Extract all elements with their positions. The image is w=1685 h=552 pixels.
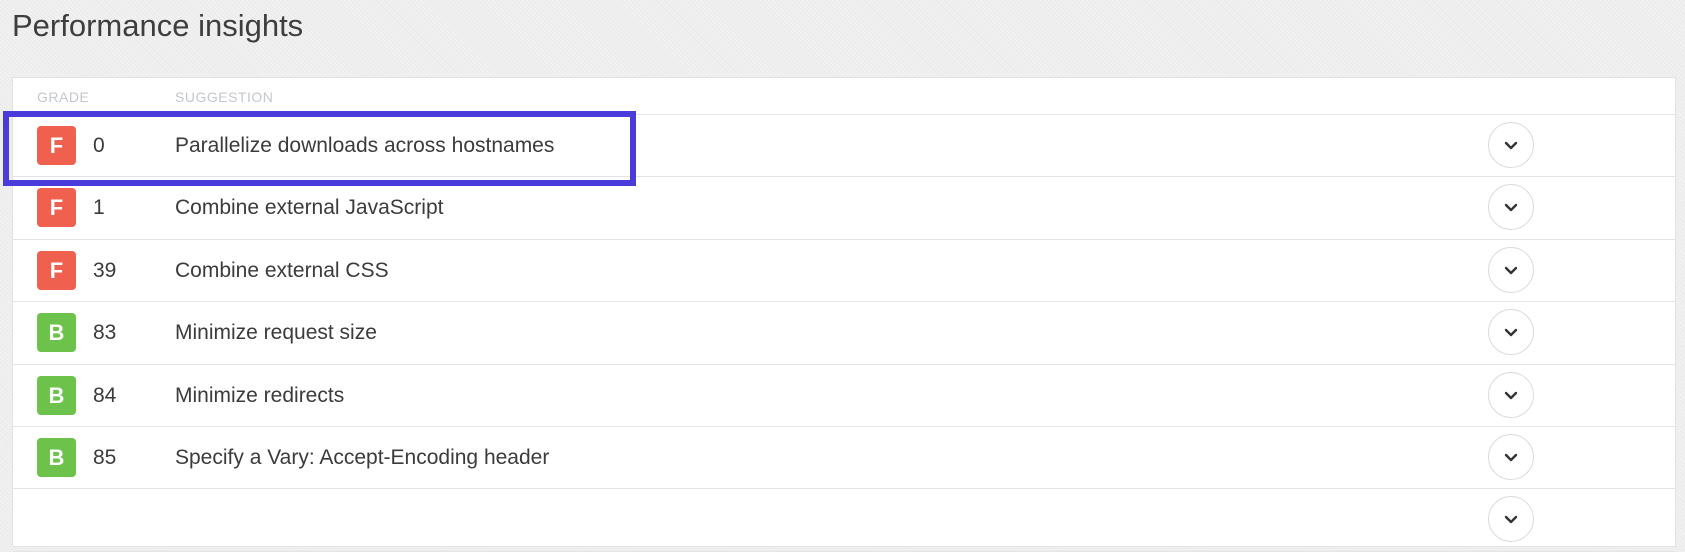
expand-button[interactable] (1488, 371, 1534, 418)
suggestion-text: Combine external JavaScript (175, 196, 444, 220)
chevron-down-icon (1504, 266, 1518, 274)
score-value: 1 (93, 196, 105, 220)
table-row[interactable]: F 0 Parallelize downloads across hostnam… (13, 115, 1675, 178)
expand-button[interactable] (1488, 246, 1534, 293)
expand-button[interactable] (1488, 184, 1534, 231)
score-value: 85 (93, 445, 117, 469)
suggestion-text: Specify a Vary: Accept-Encoding header (175, 445, 550, 469)
page-title: Performance insights (12, 8, 304, 43)
table-rows: F 0 Parallelize downloads across hostnam… (13, 115, 1675, 552)
grade-column-header: GRADE (37, 89, 90, 105)
performance-insights-table: GRADE SUGGESTION F 0 Parallelize downloa… (12, 77, 1676, 552)
expand-button[interactable] (1488, 309, 1534, 356)
table-row[interactable]: B 85 Specify a Vary: Accept-Encoding hea… (13, 427, 1675, 490)
table-row[interactable]: F 39 Combine external CSS (13, 240, 1675, 303)
suggestion-text: Minimize request size (175, 321, 377, 345)
grade-badge: F (37, 188, 76, 228)
table-row-partial[interactable] (13, 489, 1675, 552)
grade-badge: F (37, 126, 76, 165)
score-value: 83 (93, 321, 117, 345)
score-value: 84 (93, 383, 117, 407)
table-row[interactable]: F 1 Combine external JavaScript (13, 177, 1675, 240)
grade-badge: B (37, 375, 76, 415)
grade-badge: B (37, 313, 76, 353)
suggestion-text: Parallelize downloads across hostnames (175, 134, 555, 157)
chevron-down-icon (1504, 453, 1518, 462)
suggestion-text: Combine external CSS (175, 258, 389, 282)
chevron-down-icon (1504, 141, 1518, 150)
expand-button[interactable] (1488, 433, 1534, 480)
table-row[interactable]: B 83 Minimize request size (13, 302, 1675, 365)
table-row[interactable]: B 84 Minimize redirects (13, 365, 1675, 427)
score-value: 39 (93, 258, 117, 282)
suggestion-column-header: SUGGESTION (175, 89, 274, 105)
expand-button[interactable] (1488, 496, 1534, 543)
expand-button[interactable] (1488, 122, 1534, 168)
grade-badge: F (37, 250, 76, 290)
score-value: 0 (93, 134, 105, 157)
grade-badge: B (37, 437, 76, 477)
suggestion-text: Minimize redirects (175, 383, 345, 407)
chevron-down-icon (1504, 516, 1518, 524)
chevron-down-icon (1504, 328, 1518, 337)
table-header: GRADE SUGGESTION (13, 78, 1675, 115)
chevron-down-icon (1504, 391, 1518, 399)
chevron-down-icon (1504, 204, 1518, 212)
